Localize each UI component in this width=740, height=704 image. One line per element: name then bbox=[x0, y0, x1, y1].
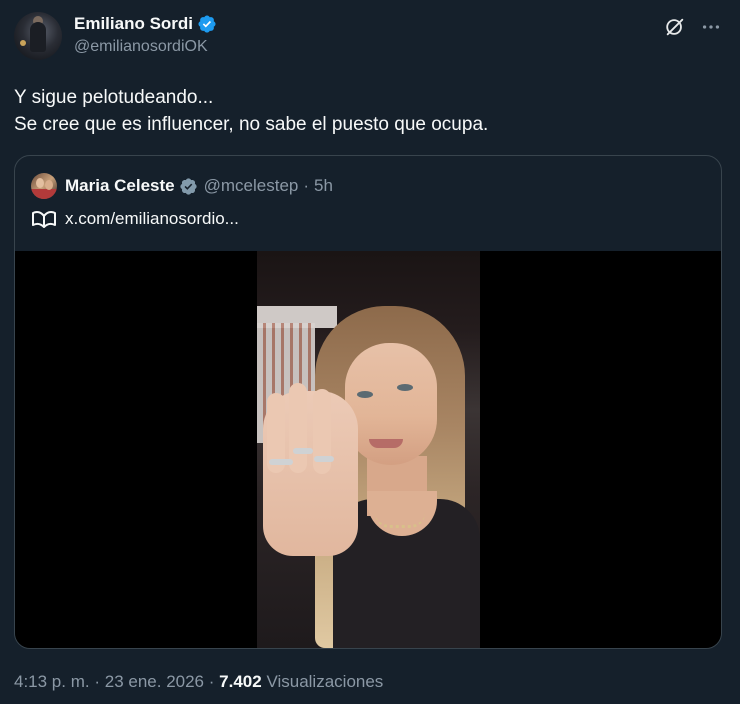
views-count: 7.402 bbox=[219, 672, 262, 691]
quoted-tweet-link[interactable]: x.com/emilianosordio... bbox=[65, 209, 239, 229]
quoted-tweet-header: Maria Celeste @mcelestep · 5h bbox=[31, 171, 333, 201]
video-person-ring bbox=[293, 448, 313, 454]
quoted-avatar-face bbox=[36, 178, 44, 188]
grok-icon[interactable] bbox=[664, 16, 686, 38]
author-display-name[interactable]: Emiliano Sordi bbox=[74, 14, 193, 34]
separator-dot: · bbox=[94, 672, 101, 691]
tweet-text: Y sigue pelotudeando... Se cree que es i… bbox=[14, 84, 726, 138]
quoted-author-avatar[interactable] bbox=[31, 173, 57, 199]
tweet-text-line: Se cree que es influencer, no sabe el pu… bbox=[14, 114, 489, 135]
quoted-tweet-time[interactable]: 5h bbox=[314, 176, 333, 196]
video-person-eye bbox=[357, 391, 373, 398]
views-label: Visualizaciones bbox=[266, 672, 384, 691]
tweet-time[interactable]: 4:13 p. m. bbox=[14, 672, 90, 691]
tweet-date[interactable]: 23 ene. 2026 bbox=[105, 672, 204, 691]
avatar-lamp bbox=[20, 40, 26, 46]
link-icon bbox=[32, 211, 56, 228]
video-person-ring bbox=[314, 456, 334, 462]
separator-dot: · bbox=[208, 672, 215, 691]
separator-dot: · bbox=[303, 176, 310, 195]
more-icon[interactable] bbox=[700, 16, 722, 38]
tweet-meta: 4:13 p. m. · 23 ene. 2026 · 7.402 Visual… bbox=[14, 672, 383, 692]
verified-badge-icon bbox=[198, 15, 216, 33]
video-person-mouth bbox=[369, 439, 403, 448]
video-person-necklace bbox=[375, 513, 425, 528]
tweet-text-line: Y sigue pelotudeando... bbox=[14, 87, 214, 108]
quoted-avatar-shirt bbox=[31, 189, 57, 199]
author-name-row: Emiliano Sordi bbox=[74, 14, 217, 34]
author-avatar[interactable] bbox=[14, 12, 62, 60]
video-player[interactable] bbox=[15, 251, 721, 648]
verified-badge-icon bbox=[180, 177, 197, 195]
quoted-author-name[interactable]: Maria Celeste bbox=[65, 176, 175, 196]
quoted-tweet-link-row: x.com/emilianosordio... bbox=[31, 208, 239, 230]
video-person-eye bbox=[397, 384, 413, 391]
avatar-figure-body bbox=[30, 22, 46, 52]
quoted-author-handle[interactable]: @mcelestep bbox=[204, 176, 299, 196]
author-handle[interactable]: @emilianosordiOK bbox=[74, 38, 208, 56]
video-person-ring bbox=[269, 459, 293, 465]
video-frame[interactable] bbox=[257, 251, 480, 648]
quoted-avatar-face bbox=[45, 180, 53, 190]
tweet-header: Emiliano Sordi @emilianosordiOK bbox=[14, 12, 726, 64]
quoted-tweet[interactable]: Maria Celeste @mcelestep · 5h x.com/emil… bbox=[14, 155, 722, 649]
